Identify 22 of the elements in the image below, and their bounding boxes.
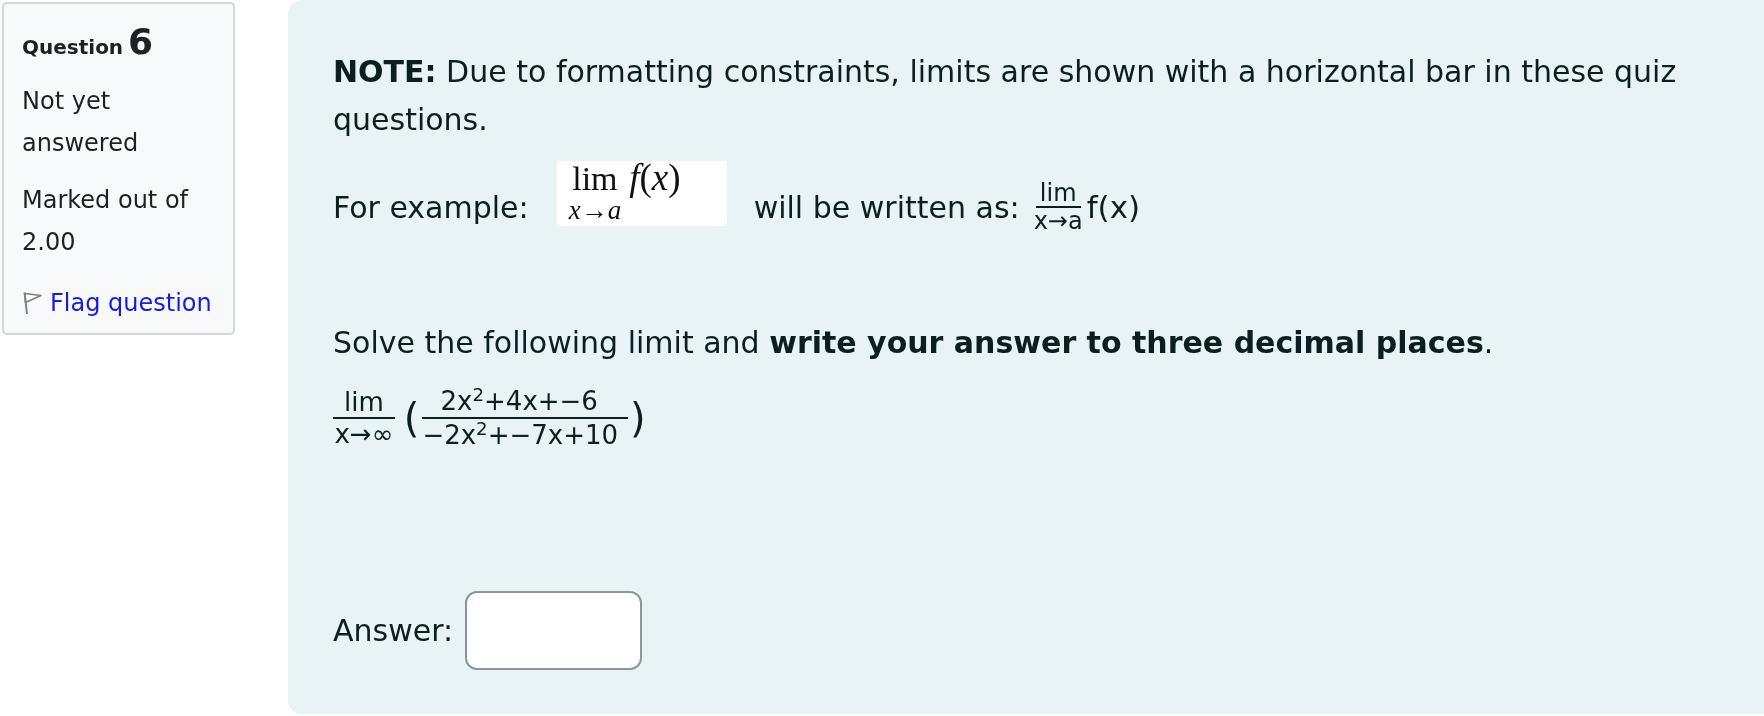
answer-field[interactable] xyxy=(465,591,643,670)
written-as-label: will be written as: xyxy=(753,189,1020,225)
question-status: Not yet answered xyxy=(22,86,140,159)
denominator-text: −2x$^{2}$+−7x+10 xyxy=(422,419,620,451)
function-text: f(x) xyxy=(629,160,681,196)
limit-subscript: x→∞ xyxy=(334,419,394,449)
note-text: NOTE: Due to formatting constraints, limits are shown with a horizontal bar in these quiz questions. xyxy=(333,53,1678,139)
limit-subscript: x→a xyxy=(568,197,622,223)
close-parenthesis: ) xyxy=(630,396,646,440)
question-marks: Marked out of 2.00 xyxy=(22,185,190,258)
instruction-text: Solve the following limit and write your answer to three decimal places. xyxy=(333,324,1495,362)
answer-label: Answer: xyxy=(333,613,454,648)
flag-question-link[interactable]: Flag question xyxy=(22,282,212,324)
open-parenthesis: ( xyxy=(403,396,420,440)
question-number: Question 6 xyxy=(22,20,155,64)
limit-subscript: x→a xyxy=(1033,208,1083,234)
limit-operator: lim xyxy=(572,161,618,197)
example-label: For example: xyxy=(333,189,529,225)
limit-operator: lim xyxy=(333,387,395,419)
function-text: f(x) xyxy=(1086,189,1141,225)
numerator-text: 2x$^{2}$+4x+−6 xyxy=(422,385,629,419)
limit-operator: lim xyxy=(1035,180,1081,208)
